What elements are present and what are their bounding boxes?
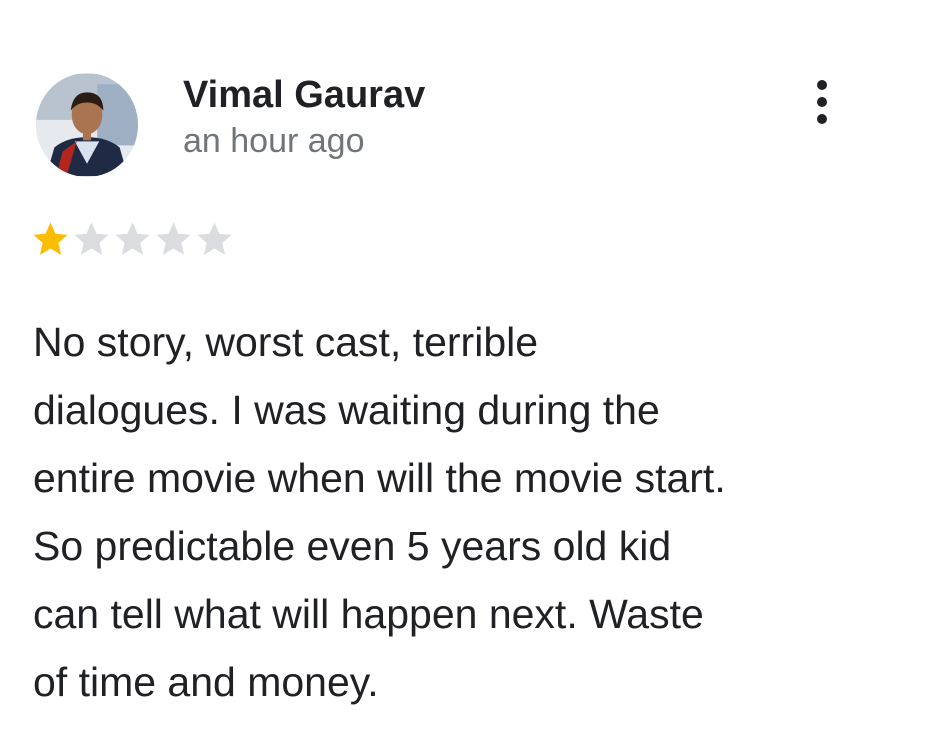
- review-card: Vimal Gaurav an hour ago No story, worst…: [0, 0, 926, 743]
- more-options-button[interactable]: [802, 72, 842, 132]
- author-name[interactable]: Vimal Gaurav: [183, 72, 425, 118]
- star-rating: [30, 214, 235, 264]
- more-vertical-icon: [817, 97, 827, 107]
- review-text: No story, worst cast, terrible dialogues…: [33, 319, 726, 705]
- star-empty-icon: [156, 221, 191, 255]
- more-vertical-icon: [817, 80, 827, 90]
- star-empty-icon: [197, 221, 232, 255]
- star-filled-icon: [33, 221, 68, 255]
- star-empty-icon: [74, 221, 109, 255]
- avatar-image: [36, 74, 138, 176]
- star-empty-icon: [115, 221, 150, 255]
- avatar[interactable]: [36, 73, 138, 177]
- review-timestamp: an hour ago: [183, 122, 365, 160]
- more-vertical-icon: [817, 114, 827, 124]
